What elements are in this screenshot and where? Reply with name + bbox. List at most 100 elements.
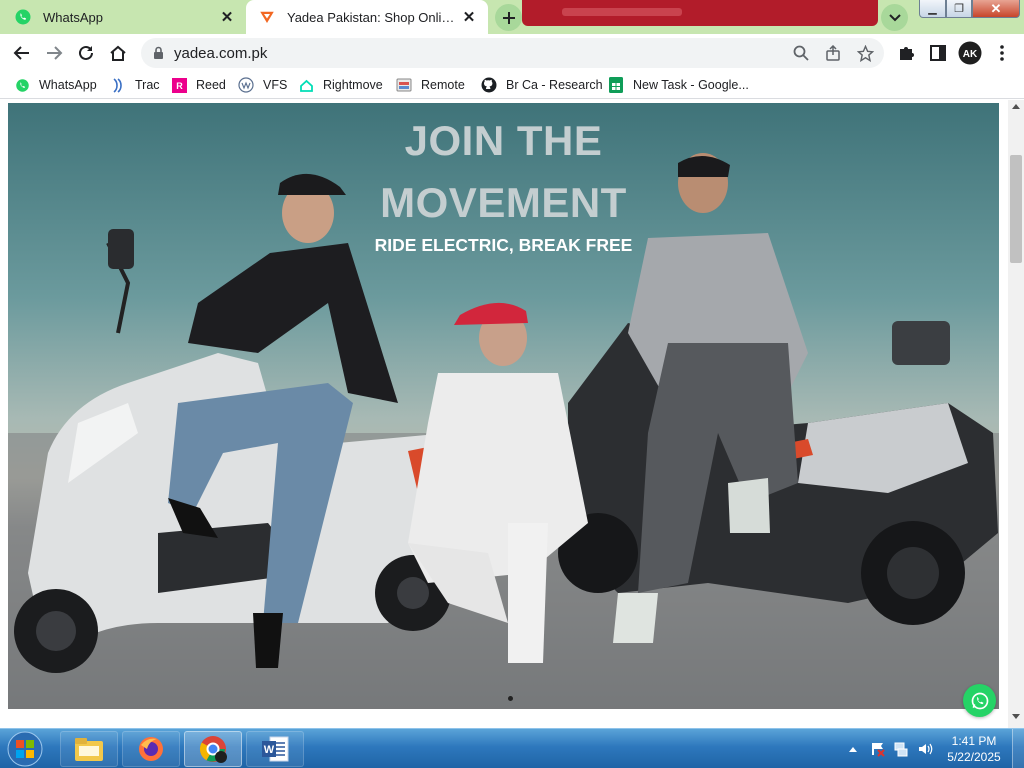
bookmark-label: New Task - Google...	[633, 78, 749, 92]
close-window-button[interactable]: ✕	[972, 0, 1020, 18]
system-tray	[843, 729, 939, 768]
browser-menu-button[interactable]	[988, 39, 1016, 67]
hero-title-line1: JOIN THE	[404, 117, 603, 164]
action-center-icon[interactable]	[867, 739, 887, 759]
bookmark-label: WhatsApp	[39, 78, 97, 92]
puzzle-icon	[900, 47, 914, 60]
google-sheets-icon	[608, 77, 624, 93]
bookmark-reed[interactable]: R Reed	[171, 76, 226, 94]
plus-icon	[502, 11, 515, 24]
yadea-icon	[260, 11, 274, 23]
hero-title-line2: MOVEMENT	[380, 179, 627, 226]
tab-strip: WhatsApp ✕ Yadea Pakistan: Shop Online E…	[0, 0, 1024, 34]
whatsapp-icon	[15, 9, 31, 25]
start-button[interactable]	[4, 730, 46, 768]
background-window-strip	[522, 0, 878, 26]
bookmark-vfs[interactable]: VFS	[238, 76, 287, 94]
window-controls: ▁ ❐ ✕	[919, 0, 1020, 18]
hero-banner[interactable]: JOIN THE MOVEMENT RIDE ELECTRIC, BREAK F…	[8, 103, 999, 709]
tab-yadea[interactable]: Yadea Pakistan: Shop Online EV E ✕	[246, 0, 488, 34]
tab-whatsapp[interactable]: WhatsApp ✕	[0, 0, 246, 34]
lock-icon	[154, 46, 163, 59]
bookmark-rightmove[interactable]: Rightmove	[298, 76, 383, 94]
vfs-icon	[238, 77, 254, 93]
windows-start-icon	[7, 731, 43, 767]
browser-toolbar: yadea.com.pk AK	[0, 34, 1024, 71]
home-button[interactable]	[104, 39, 132, 67]
bookmark-trac[interactable]: Trac	[110, 76, 160, 94]
taskbar-firefox[interactable]	[122, 731, 180, 767]
bookmarks-bar: WhatsApp Trac R Reed VFS Rightmove Remot…	[0, 71, 1024, 99]
firefox-icon	[139, 737, 163, 761]
clock-time: 1:41 PM	[951, 734, 997, 748]
carousel-dot[interactable]	[508, 696, 513, 701]
bookmark-whatsapp[interactable]: WhatsApp	[14, 76, 97, 94]
page-scrollbar[interactable]	[1008, 100, 1024, 728]
arrow-left-icon	[13, 46, 29, 60]
taskbar-explorer[interactable]	[60, 731, 118, 767]
bookmark-star-icon[interactable]	[856, 44, 874, 62]
show-desktop-button[interactable]	[1012, 729, 1024, 768]
github-icon	[481, 77, 497, 93]
reload-button[interactable]	[72, 39, 100, 67]
minimize-button[interactable]: ▁	[919, 0, 946, 18]
forward-button[interactable]	[40, 39, 68, 67]
taskbar-clock[interactable]: 1:41 PM 5/22/2025	[940, 733, 1008, 765]
profile-button[interactable]: AK	[956, 39, 984, 67]
svg-text:R: R	[176, 81, 183, 91]
scrollbar-thumb[interactable]	[1010, 155, 1022, 263]
scroll-up-icon[interactable]	[1012, 103, 1020, 109]
remote-icon	[396, 77, 412, 93]
bookmark-label: VFS	[263, 78, 288, 92]
close-tab-icon[interactable]: ✕	[214, 8, 240, 26]
avatar: AK	[958, 41, 982, 65]
extensions-button[interactable]	[892, 39, 920, 67]
restore-button[interactable]: ❐	[946, 0, 972, 18]
svg-text:AK: AK	[963, 49, 978, 60]
address-bar[interactable]: yadea.com.pk	[141, 38, 884, 68]
bookmark-label: Trac	[135, 78, 160, 92]
url-text: yadea.com.pk	[174, 45, 268, 62]
word-icon: W	[262, 736, 289, 762]
svg-text:W: W	[264, 744, 275, 756]
bookmark-new-task[interactable]: New Task - Google...	[608, 76, 749, 94]
trac-icon	[110, 77, 126, 93]
network-icon[interactable]	[891, 739, 911, 759]
whatsapp-chat-button[interactable]	[963, 684, 996, 717]
taskbar-chrome[interactable]	[184, 731, 242, 767]
page-viewport: JOIN THE MOVEMENT RIDE ELECTRIC, BREAK F…	[0, 100, 1024, 728]
home-icon	[110, 45, 126, 61]
side-panel-button[interactable]	[924, 39, 952, 67]
taskbar-word[interactable]: W	[246, 731, 304, 767]
chrome-icon	[199, 736, 227, 763]
reed-icon: R	[171, 77, 187, 93]
back-button[interactable]	[8, 39, 36, 67]
new-tab-button[interactable]	[495, 4, 522, 31]
arrow-right-icon	[47, 46, 63, 60]
show-hidden-icons-button[interactable]	[843, 739, 863, 759]
bookmark-label: Reed	[196, 78, 226, 92]
tab-title: Yadea Pakistan: Shop Online EV E	[287, 9, 456, 25]
close-tab-icon[interactable]: ✕	[456, 8, 482, 26]
share-icon[interactable]	[824, 44, 842, 62]
bookmark-label: Rightmove	[323, 78, 383, 92]
tray-up-arrow-icon	[849, 747, 857, 752]
whatsapp-icon	[14, 77, 30, 93]
side-panel-icon	[930, 45, 946, 61]
chevron-down-icon	[888, 13, 901, 21]
explorer-icon	[75, 738, 103, 761]
hero-subtitle: RIDE ELECTRIC, BREAK FREE	[374, 235, 633, 255]
windows-taskbar: W 1:41 PM 5/22/2025	[0, 728, 1024, 768]
rightmove-icon	[298, 77, 314, 93]
scroll-down-icon[interactable]	[1012, 714, 1020, 720]
bookmark-remote[interactable]: Remote	[396, 76, 465, 94]
bookmark-label: Br Ca - Research	[506, 78, 603, 92]
volume-icon[interactable]	[915, 739, 935, 759]
bookmark-br-ca-research[interactable]: Br Ca - Research	[481, 76, 603, 94]
zoom-search-icon[interactable]	[792, 44, 810, 62]
whatsapp-icon	[971, 692, 988, 709]
reload-icon	[79, 45, 93, 60]
clock-date: 5/22/2025	[947, 750, 1001, 764]
tab-search-button[interactable]	[881, 4, 908, 31]
bookmark-label: Remote	[421, 78, 465, 92]
